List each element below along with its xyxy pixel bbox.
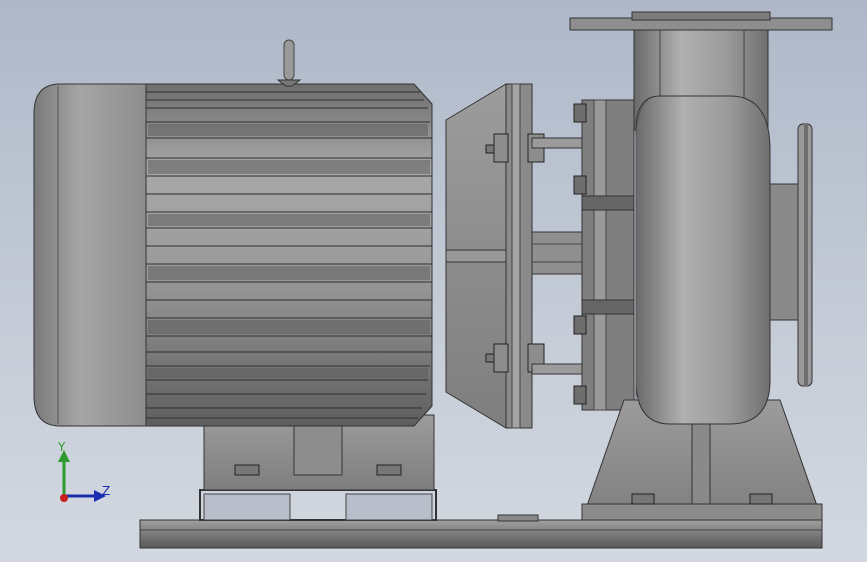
y-axis-label: Y [58,440,66,454]
pump-flange[interactable] [573,99,635,411]
axis-triad-graphic [58,450,106,502]
z-axis-label: Z [102,484,111,498]
cad-viewport[interactable] [0,0,867,562]
adapter-bracket[interactable] [445,83,545,429]
axis-triad: Y Z [44,440,124,510]
volute-casing[interactable] [635,95,771,425]
motor-body[interactable] [145,83,433,427]
x-axis-dot [60,494,68,502]
motor-end-cap[interactable] [33,83,151,427]
lifting-eye[interactable] [276,39,302,87]
suction-flange[interactable] [769,123,813,387]
shaft[interactable] [531,137,583,375]
